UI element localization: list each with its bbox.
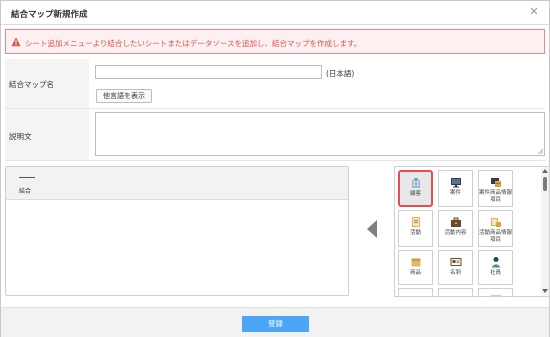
tile-label: 名刺	[449, 270, 461, 276]
show-other-languages-button[interactable]: 他言語を表示	[96, 89, 152, 103]
description-textarea[interactable]	[95, 112, 545, 156]
name-label-cell: 結合マップ名	[5, 59, 89, 108]
description-label: 説明文	[9, 132, 32, 141]
palette-tile-activity-product[interactable]: 活動商品情報項目	[478, 210, 513, 247]
dialog-title: 結合マップ新規作成	[11, 10, 88, 20]
business-card-icon	[450, 258, 461, 266]
join-canvas[interactable]: 結合	[5, 166, 349, 296]
dialog-titlebar: 結合マップ新規作成 ✕	[1, 1, 549, 25]
tile-label: 活動商品情報項目	[479, 230, 513, 243]
close-icon[interactable]: ✕	[527, 5, 541, 19]
palette-tile-group[interactable]	[398, 288, 433, 297]
palette-tile-team[interactable]	[438, 288, 473, 297]
palette-tile-business-card[interactable]: 名刺	[438, 250, 473, 285]
calendar-icon	[490, 295, 501, 296]
register-button[interactable]: 登録	[242, 316, 309, 332]
join-header: 結合	[6, 167, 348, 200]
join-label: 結合	[19, 188, 32, 195]
join-line-icon	[19, 177, 35, 178]
tile-label: 案件	[449, 190, 461, 196]
palette-tile-product[interactable]: 商品	[398, 250, 433, 285]
palette-tile-customer[interactable]: 顧客	[398, 170, 433, 207]
palette-scrollbar[interactable]	[541, 167, 549, 296]
add-to-join-arrow-icon[interactable]	[367, 220, 377, 238]
activity-notepad-icon	[411, 217, 420, 227]
tile-label: 社員	[489, 270, 501, 276]
tile-label: 案件商品情報項目	[479, 190, 513, 203]
sheet-palette: 顧客 案件 案件商品情報項目 活動 活動内容 活動商品情報項目 商品 名刺 社員	[394, 166, 550, 297]
description-label-cell: 説明文	[5, 109, 89, 160]
activity-product-icon	[490, 218, 501, 227]
palette-tile-calendar[interactable]	[478, 288, 513, 296]
tile-label: 商品	[409, 270, 421, 276]
palette-tile-employee[interactable]: 社員	[478, 250, 513, 285]
product-box-icon	[411, 258, 420, 267]
deal-monitor-icon	[450, 178, 461, 188]
palette-tile-activity[interactable]: 活動	[398, 210, 433, 247]
alert-message: シート追加メニューより結合したいシートまたはデータソースを追加し、結合マップを作…	[25, 39, 362, 48]
customer-building-icon	[411, 178, 420, 188]
name-label: 結合マップ名	[9, 80, 54, 89]
info-alert: シート追加メニューより結合したいシートまたはデータソースを追加し、結合マップを作…	[5, 29, 545, 54]
scroll-up-icon[interactable]	[542, 169, 548, 173]
scroll-down-icon[interactable]	[542, 289, 548, 293]
deal-product-icon	[490, 178, 501, 187]
join-map-dialog: 結合マップ新規作成 ✕ シート追加メニューより結合したいシートまたはデータソース…	[0, 0, 550, 337]
map-name-input[interactable]	[95, 65, 322, 79]
resize-grip-icon[interactable]	[537, 148, 543, 154]
dialog-footer: 登録	[1, 307, 549, 337]
scroll-thumb[interactable]	[543, 177, 547, 191]
palette-tile-deal[interactable]: 案件	[438, 170, 473, 207]
warning-icon	[11, 37, 21, 47]
tile-label: 活動	[409, 230, 421, 236]
tile-label: 顧客	[409, 191, 421, 197]
team-icon	[450, 294, 462, 297]
tile-label: 活動内容	[444, 230, 467, 236]
briefcase-icon	[450, 217, 461, 227]
group-icon	[410, 294, 422, 297]
palette-tile-activity-content[interactable]: 活動内容	[438, 210, 473, 247]
language-label: (日本語)	[326, 69, 355, 78]
palette-tile-deal-product[interactable]: 案件商品情報項目	[478, 170, 513, 207]
employee-icon	[491, 257, 500, 268]
